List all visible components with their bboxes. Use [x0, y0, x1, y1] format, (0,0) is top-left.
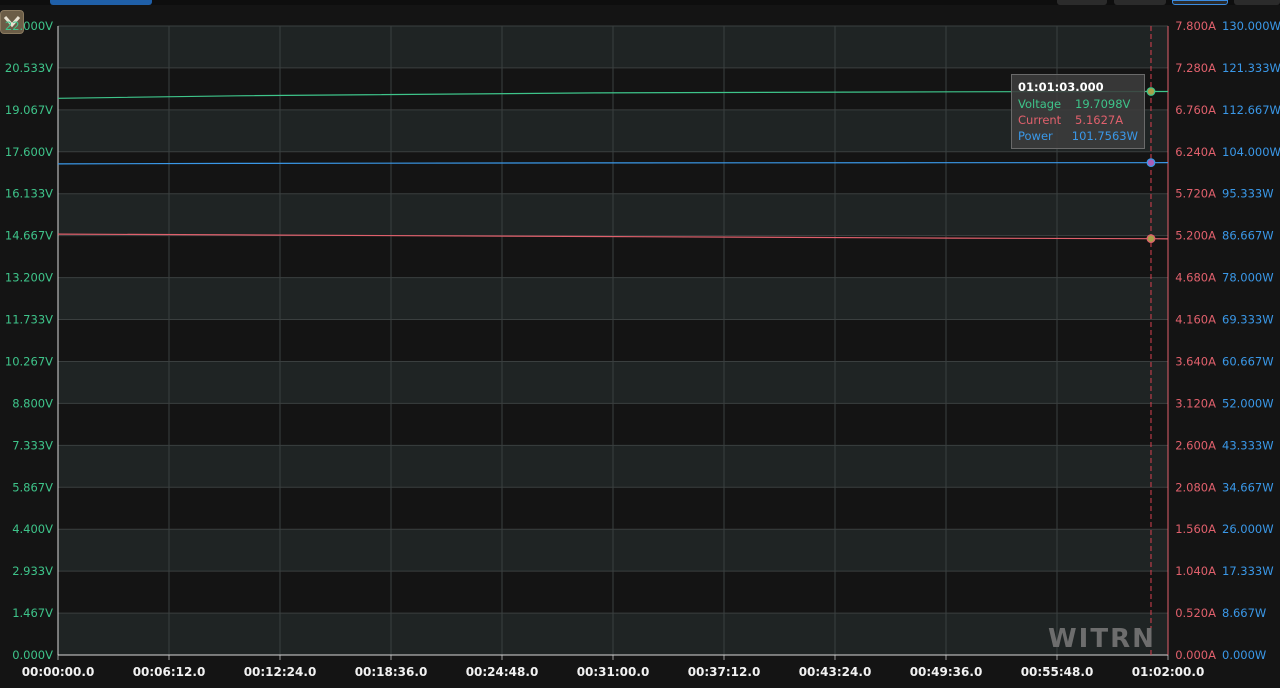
tooltip-power-label: Power — [1018, 129, 1053, 143]
y-current-tick-label: 3.120A — [1175, 396, 1216, 410]
y-current-tick-label: 6.240A — [1175, 145, 1216, 159]
x-tick-label: 00:00:00.0 — [22, 665, 95, 679]
y-voltage-tick-label: 13.200V — [5, 271, 53, 285]
x-tick-label: 00:31:00.0 — [577, 665, 650, 679]
data-tooltip: 01:01:03.000 Voltage 19.7098V Current 5.… — [1011, 74, 1145, 149]
y-voltage-tick-label: 11.733V — [5, 313, 53, 327]
x-tick-label: 00:37:12.0 — [688, 665, 761, 679]
tooltip-power-value: 101.7563W — [1071, 129, 1138, 143]
x-tick-label: 00:06:12.0 — [133, 665, 206, 679]
x-tick-label: 01:02:00.0 — [1132, 665, 1205, 679]
y-power-tick-label: 104.000W — [1222, 145, 1280, 159]
x-tick-label: 00:55:48.0 — [1021, 665, 1094, 679]
y-current-tick-label: 5.200A — [1175, 229, 1216, 243]
y-power-tick-label: 26.000W — [1222, 522, 1274, 536]
x-tick-label: 00:49:36.0 — [910, 665, 983, 679]
y-power-tick-label: 69.333W — [1222, 313, 1274, 327]
x-tick-label: 00:18:36.0 — [355, 665, 428, 679]
y-power-tick-label: 78.000W — [1222, 271, 1274, 285]
tooltip-current-label: Current — [1018, 113, 1062, 127]
y-power-tick-label: 130.000W — [1222, 19, 1280, 33]
x-tick-label: 00:24:48.0 — [466, 665, 539, 679]
y-voltage-tick-label: 1.467V — [12, 606, 53, 620]
y-power-tick-label: 43.333W — [1222, 438, 1274, 452]
y-power-tick-label: 86.667W — [1222, 229, 1274, 243]
y-power-tick-label: 121.333W — [1222, 61, 1280, 75]
y-power-tick-label: 112.667W — [1222, 103, 1280, 117]
y-current-tick-label: 5.720A — [1175, 187, 1216, 201]
y-current-tick-label: 4.680A — [1175, 271, 1216, 285]
y-voltage-tick-label: 2.933V — [12, 564, 53, 578]
cursor-marker-power — [1146, 158, 1156, 168]
x-tick-label: 00:12:24.0 — [244, 665, 317, 679]
witrn-logo: WITRN — [1048, 624, 1156, 654]
y-voltage-tick-label: 14.667V — [5, 229, 53, 243]
x-tick-label: 00:43:24.0 — [799, 665, 872, 679]
y-voltage-tick-label: 7.333V — [12, 438, 53, 452]
cursor-marker-voltage — [1146, 87, 1156, 96]
y-current-tick-label: 2.600A — [1175, 438, 1216, 452]
tooltip-power-row: Power 101.7563W — [1018, 128, 1138, 144]
y-voltage-tick-label: 8.800V — [12, 396, 53, 410]
y-voltage-tick-label: 16.133V — [5, 187, 53, 201]
tooltip-voltage-label: Voltage — [1018, 97, 1062, 111]
tooltip-time: 01:01:03.000 — [1018, 80, 1104, 94]
y-power-tick-label: 95.333W — [1222, 187, 1274, 201]
y-current-tick-label: 2.080A — [1175, 480, 1216, 494]
y-power-tick-label: 52.000W — [1222, 396, 1274, 410]
y-power-tick-label: 60.667W — [1222, 354, 1274, 368]
tooltip-current-value: 5.1627A — [1075, 113, 1124, 127]
y-current-tick-label: 0.520A — [1175, 606, 1216, 620]
y-power-tick-label: 34.667W — [1222, 480, 1274, 494]
y-power-tick-label: 17.333W — [1222, 564, 1274, 578]
tooltip-voltage-value: 19.7098V — [1075, 97, 1131, 111]
y-voltage-tick-label: 17.600V — [5, 145, 53, 159]
y-voltage-tick-label: 10.267V — [5, 354, 53, 368]
y-current-tick-label: 1.040A — [1175, 564, 1216, 578]
y-current-tick-label: 0.000A — [1175, 648, 1216, 662]
y-current-tick-label: 3.640A — [1175, 354, 1216, 368]
cursor-marker-current — [1146, 234, 1156, 244]
y-current-tick-label: 6.760A — [1175, 103, 1216, 117]
y-power-tick-label: 8.667W — [1222, 606, 1266, 620]
y-current-tick-label: 4.160A — [1175, 313, 1216, 327]
y-power-tick-label: 0.000W — [1222, 648, 1266, 662]
y-voltage-tick-label: 5.867V — [12, 480, 53, 494]
y-current-tick-label: 1.560A — [1175, 522, 1216, 536]
y-voltage-tick-label: 19.067V — [5, 103, 53, 117]
y-current-tick-label: 7.800A — [1175, 19, 1216, 33]
y-voltage-tick-label: 22.000V — [5, 19, 53, 33]
y-voltage-tick-label: 4.400V — [12, 522, 53, 536]
tooltip-current-row: Current 5.1627A — [1018, 112, 1138, 128]
tooltip-voltage-row: Voltage 19.7098V — [1018, 96, 1138, 112]
y-current-tick-label: 7.280A — [1175, 61, 1216, 75]
y-voltage-tick-label: 20.533V — [5, 61, 53, 75]
y-voltage-tick-label: 0.000V — [12, 648, 53, 662]
